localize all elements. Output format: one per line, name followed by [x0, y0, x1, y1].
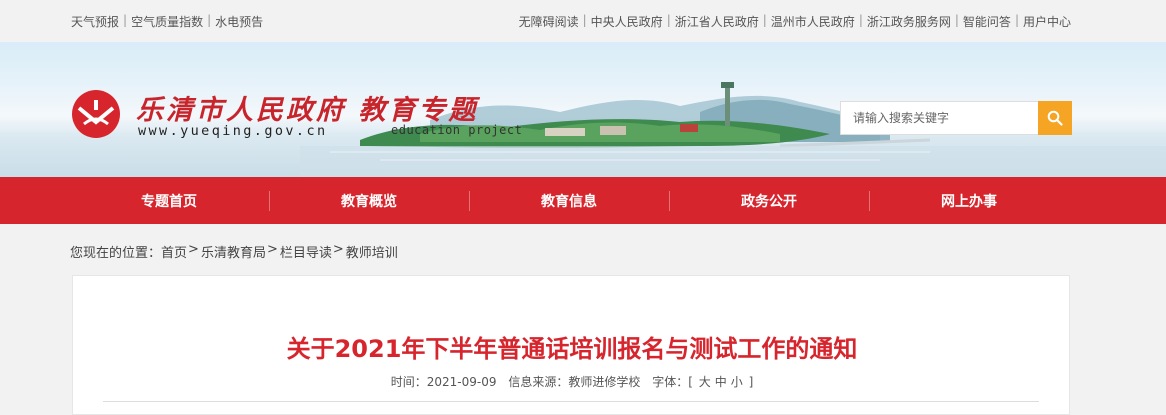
top-link-smart-qa[interactable]: 智能问答	[963, 13, 1011, 30]
site-subtitle: education project	[391, 123, 523, 137]
breadcrumb-separator: >	[266, 242, 278, 257]
top-link-zhejiang-gov[interactable]: 浙江省人民政府	[675, 13, 759, 30]
top-link-zhejiang-service[interactable]: 浙江政务服务网	[867, 13, 951, 30]
meta-time-value: 2021-09-09	[426, 375, 497, 389]
top-link-weather[interactable]: 天气预报	[71, 13, 119, 30]
breadcrumb-prefix: 您现在的位置：	[70, 246, 162, 261]
breadcrumb-education-bureau[interactable]: 乐清教育局	[201, 242, 266, 261]
meta-time-label: 时间：	[390, 375, 427, 389]
separator: |	[858, 13, 863, 27]
top-link-accessibility[interactable]: 无障碍阅读	[519, 13, 579, 30]
magnifier-icon	[1047, 110, 1063, 126]
nav-item-home[interactable]: 专题首页	[69, 177, 269, 224]
search-box	[840, 101, 1072, 135]
separator: |	[207, 13, 212, 27]
top-link-air-quality[interactable]: 空气质量指数	[131, 13, 203, 30]
font-size-small[interactable]: 小	[731, 375, 743, 389]
breadcrumb-column-guide[interactable]: 栏目导读	[280, 242, 332, 261]
top-link-utility-notice[interactable]: 水电预告	[215, 13, 263, 30]
article-meta: 时间：2021-09-09 信息来源：教师进修学校 字体：[ 大中小 ]	[73, 373, 1071, 390]
meta-source: 信息来源：教师进修学校	[508, 375, 640, 389]
separator: |	[954, 13, 959, 27]
separator: |	[1014, 13, 1019, 27]
separator: |	[582, 13, 587, 27]
top-left-links: 天气预报 | 空气质量指数 | 水电预告	[71, 13, 263, 30]
top-link-user-center[interactable]: 用户中心	[1023, 13, 1071, 30]
top-utility-bar: 天气预报 | 空气质量指数 | 水电预告 无障碍阅读 | 中央人民政府 | 浙江…	[0, 0, 1166, 42]
breadcrumb-teacher-training[interactable]: 教师培训	[346, 242, 398, 261]
nav-item-news[interactable]: 教育信息	[469, 177, 669, 224]
nav-item-overview[interactable]: 教育概览	[269, 177, 469, 224]
breadcrumb-home[interactable]: 首页	[161, 242, 187, 261]
meta-time: 时间：2021-09-09	[391, 375, 497, 389]
search-button[interactable]	[1038, 101, 1072, 135]
breadcrumb-separator: >	[332, 242, 344, 257]
main-nav: 专题首页 教育概览 教育信息 政务公开 网上办事	[0, 177, 1166, 224]
breadcrumb-separator: >	[188, 242, 199, 257]
article-card: 关于2021年下半年普通话培训报名与测试工作的通知 时间：2021-09-09 …	[72, 275, 1070, 415]
nav-item-public-affairs[interactable]: 政务公开	[669, 177, 869, 224]
font-size-label: 字体：	[652, 375, 689, 389]
site-title: 乐清市人民政府 教育专题	[136, 95, 479, 126]
nav-list: 专题首页 教育概览 教育信息 政务公开 网上办事	[69, 177, 1069, 224]
separator: |	[666, 13, 671, 27]
breadcrumb: 您现在的位置： 首页 > 乐清教育局 > 栏目导读 > 教师培训	[70, 242, 398, 261]
city-emblem-logo	[72, 90, 120, 138]
meta-source-label: 信息来源：	[508, 375, 569, 389]
nav-item-online-services[interactable]: 网上办事	[869, 177, 1069, 224]
search-input[interactable]	[840, 101, 1038, 135]
top-right-links: 无障碍阅读 | 中央人民政府 | 浙江省人民政府 | 温州市人民政府 | 浙江政…	[519, 13, 1071, 30]
font-size-medium[interactable]: 中	[715, 375, 727, 389]
separator: |	[762, 13, 767, 27]
article-divider	[103, 401, 1039, 402]
font-size-switcher: 字体：[ 大中小 ]	[652, 375, 754, 389]
top-link-central-gov[interactable]: 中央人民政府	[591, 13, 663, 30]
site-url: www.yueqing.gov.cn	[138, 123, 328, 139]
header-banner: 乐清市人民政府 教育专题 www.yueqing.gov.cn educatio…	[0, 42, 1166, 177]
top-link-wenzhou-gov[interactable]: 温州市人民政府	[771, 13, 855, 30]
separator: |	[123, 13, 128, 27]
font-size-large[interactable]: 大	[699, 375, 711, 389]
meta-source-value: 教师进修学校	[568, 375, 641, 389]
article-title: 关于2021年下半年普通话培训报名与测试工作的通知	[286, 335, 858, 363]
